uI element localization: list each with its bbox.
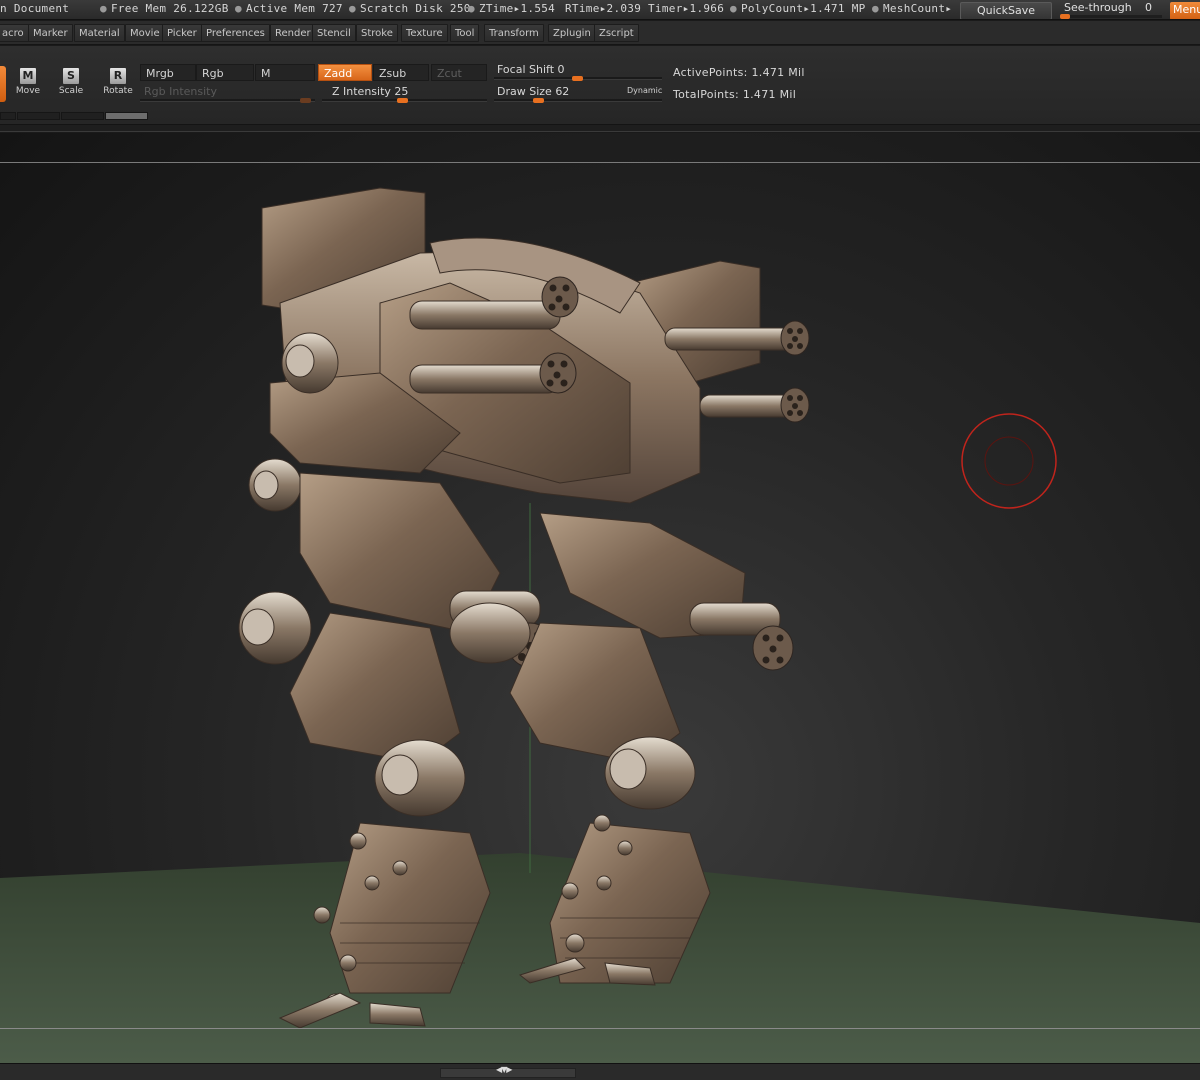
total-points-readout: TotalPoints: 1.471 Mil bbox=[673, 88, 797, 101]
z-intensity-label: Z Intensity 25 bbox=[332, 85, 409, 98]
menu-item-material[interactable]: Material bbox=[74, 24, 125, 42]
menu-item-texture[interactable]: Texture bbox=[401, 24, 448, 42]
draw-size-label: Draw Size 62 bbox=[497, 85, 570, 98]
shelf-divider bbox=[0, 124, 1200, 132]
gatling-front-right bbox=[689, 602, 794, 671]
rgb-intensity-knob[interactable] bbox=[300, 98, 311, 103]
rgb-intensity-label: Rgb Intensity bbox=[144, 85, 217, 98]
see-through-label: See-through bbox=[1064, 1, 1132, 14]
zsub-button[interactable]: Zsub bbox=[373, 64, 429, 81]
menu-item-stroke[interactable]: Stroke bbox=[356, 24, 398, 42]
scratch-disk-readout: ● Scratch Disk 250 bbox=[349, 2, 471, 15]
menu-item-movie[interactable]: Movie bbox=[125, 24, 165, 42]
menu-item-stencil[interactable]: Stencil bbox=[312, 24, 356, 42]
menu-item-zscript[interactable]: Zscript bbox=[594, 24, 639, 42]
menu-item-render[interactable]: Render bbox=[270, 24, 316, 42]
menu-item-transform[interactable]: Transform bbox=[484, 24, 544, 42]
rgb-button[interactable]: Rgb bbox=[196, 64, 254, 81]
quicksave-button[interactable]: QuickSave bbox=[960, 2, 1052, 19]
draw-size-knob[interactable] bbox=[533, 98, 544, 103]
timer-readout: Timer▸1.966 bbox=[648, 2, 725, 15]
viewport-3d[interactable] bbox=[0, 133, 1200, 1063]
menu-item-picker[interactable]: Picker bbox=[162, 24, 202, 42]
polycount-readout: ● PolyCount▸1.471 MP bbox=[730, 2, 866, 15]
zcut-button[interactable]: Zcut bbox=[431, 64, 487, 81]
rotate-tool-button[interactable]: R Rotate bbox=[98, 68, 138, 102]
z-intensity-slider[interactable] bbox=[322, 98, 487, 103]
m-button[interactable]: M bbox=[255, 64, 315, 81]
gatling-lower-right bbox=[699, 387, 810, 423]
menus-button[interactable]: Menus bbox=[1170, 2, 1200, 19]
scale-tool-button[interactable]: S Scale bbox=[51, 68, 91, 102]
rgb-intensity-slider[interactable] bbox=[140, 98, 315, 103]
menu-bar: acro Marker Material Movie Picker Prefer… bbox=[0, 21, 1200, 45]
menu-item-zplugin[interactable]: Zplugin bbox=[548, 24, 596, 42]
ztime-readout: ● ZTime▸1.554 bbox=[468, 2, 556, 15]
z-intensity-knob[interactable] bbox=[397, 98, 408, 103]
menu-item-tool[interactable]: Tool bbox=[450, 24, 480, 42]
see-through-track[interactable] bbox=[1060, 14, 1162, 19]
document-title: n Document bbox=[0, 2, 70, 15]
focal-shift-slider[interactable] bbox=[494, 76, 662, 81]
free-mem-readout: ● Free Mem 26.122GB bbox=[100, 2, 229, 15]
draw-mode-button[interactable] bbox=[0, 66, 6, 102]
active-points-readout: ActivePoints: 1.471 Mil bbox=[673, 66, 805, 79]
rotate-label: Rotate bbox=[103, 86, 133, 96]
scale-label: Scale bbox=[58, 86, 84, 96]
rotate-icon: R bbox=[110, 68, 126, 84]
draw-size-slider[interactable] bbox=[494, 98, 662, 103]
document-canvas[interactable] bbox=[0, 133, 1200, 1063]
meshcount-readout: ● MeshCount▸ bbox=[872, 2, 953, 15]
focal-shift-value: 0 bbox=[557, 63, 565, 76]
active-mem-readout: ● Active Mem 727 bbox=[235, 2, 343, 15]
see-through-slider[interactable]: See-through 0 bbox=[1056, 0, 1166, 19]
mrgb-button[interactable]: Mrgb bbox=[140, 64, 196, 81]
menu-item-preferences[interactable]: Preferences bbox=[201, 24, 270, 42]
z-intensity-value: 25 bbox=[394, 85, 409, 98]
bottom-tray-bar: ◀▼▶ bbox=[0, 1063, 1200, 1080]
canvas-border-bottom bbox=[0, 1028, 1200, 1029]
subtab-1[interactable] bbox=[0, 112, 16, 120]
move-tool-button[interactable]: M Move bbox=[8, 68, 48, 102]
tray-arrows-icon[interactable]: ◀▼▶ bbox=[496, 1065, 513, 1074]
see-through-value: 0 bbox=[1145, 1, 1152, 14]
scale-icon: S bbox=[63, 68, 79, 84]
move-icon: M bbox=[20, 68, 36, 84]
rtime-readout: RTime▸2.039 bbox=[565, 2, 642, 15]
draw-size-value: 62 bbox=[555, 85, 570, 98]
see-through-knob[interactable] bbox=[1060, 14, 1070, 19]
brush-cursor bbox=[961, 413, 1057, 509]
focal-shift-knob[interactable] bbox=[572, 76, 583, 81]
move-label: Move bbox=[15, 86, 41, 96]
dynamic-button[interactable]: Dynamic bbox=[627, 86, 662, 95]
zadd-button[interactable]: Zadd bbox=[318, 64, 372, 81]
focal-shift-label: Focal Shift 0 bbox=[497, 63, 565, 76]
menu-item-macro[interactable]: acro bbox=[0, 24, 29, 42]
subtab-3[interactable] bbox=[61, 112, 104, 120]
subtab-4[interactable] bbox=[105, 112, 148, 120]
menu-item-marker[interactable]: Marker bbox=[28, 24, 73, 42]
subtab-2[interactable] bbox=[17, 112, 60, 120]
status-bar: n Document ● Free Mem 26.122GB ● Active Me… bbox=[0, 0, 1200, 20]
